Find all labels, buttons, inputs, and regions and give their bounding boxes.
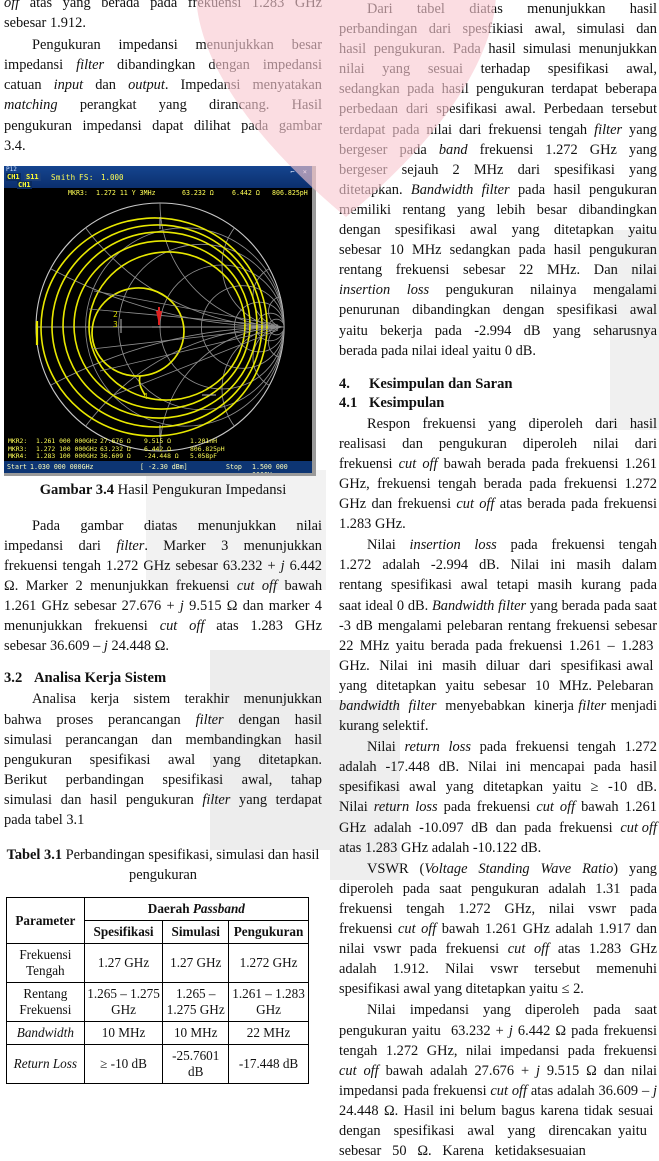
marker-resistance: 36.609 Ω <box>100 452 131 461</box>
heading-4-number: 4. <box>339 375 350 392</box>
heading-4-title: Kesimpulan dan Saran <box>369 375 513 392</box>
row-parameter-name: Rentang Frekuensi <box>6 982 85 1023</box>
cell-pengukuran: 22 MHz <box>228 1021 309 1046</box>
table-header-parameter: Parameter <box>6 897 85 945</box>
vna-channel-label[interactable]: CH1 <box>6 172 21 181</box>
paragraph-vswr: VSWR (Voltage Standing Wave Ratio) yang … <box>339 860 657 998</box>
vna-format-label[interactable]: Smith <box>51 173 76 182</box>
start-value[interactable]: 1.030 000 000GHz <box>30 463 94 471</box>
heading-4: 4. Kesimpulan dan Saran <box>339 375 657 394</box>
power-level: [ -2.30 dBm] <box>140 462 188 471</box>
figure-smith-chart: P12 CH1 S11 Smith FS: 1.000 CH1 ⌐ × MKR3… <box>4 165 322 500</box>
vna-titlebar: P12 CH1 S11 Smith FS: 1.000 CH1 ⌐ × <box>4 165 312 189</box>
paragraph-analisa: Analisa kerja sistem terakhir menunjukka… <box>4 691 322 828</box>
table-caption-text: Perbandingan spesifikasi, simulasi dan h… <box>62 847 320 883</box>
vna-screen: P12 CH1 S11 Smith FS: 1.000 CH1 ⌐ × MKR3… <box>4 165 316 476</box>
paragraph-return-loss: Nilai return loss pada frekuensi tengah … <box>339 739 657 856</box>
table-header-group: Daerah Passband <box>83 897 310 922</box>
marker-row: MKR4: 1.283 100 000GHz 36.609 Ω -24.448 … <box>4 453 312 461</box>
right-column: Dari tabel diatas menunjukkan hasil perb… <box>339 0 658 1159</box>
table-caption: Tabel 3.1 Perbandingan spesifikasi, simu… <box>4 846 322 885</box>
figure-caption: Gambar 3.4 Hasil Pengukuran Impedansi <box>4 481 322 500</box>
table-row: Bandwidth 10 MHz 10 MHz 22 MHz <box>6 1021 309 1046</box>
figure-caption-number: Gambar 3.4 <box>39 481 115 498</box>
cell-simulasi: -25.7601 dB <box>162 1044 230 1085</box>
vna-readout-reactance: 6.442 Ω <box>232 188 260 197</box>
paragraph-nilai-impedansi: Nilai impedansi yang diperoleh pada saat… <box>339 1002 657 1160</box>
table-header-pengukuran: Pengukuran <box>228 920 309 945</box>
group-header-italic: Passband <box>192 901 245 917</box>
document-page: off atas yang berada pada frekuensi 1.28… <box>0 0 659 1159</box>
row-parameter-name: Return Loss <box>6 1044 85 1085</box>
table-row: Frekuensi Tengah 1.27 GHz 1.27 GHz 1.272… <box>6 943 309 984</box>
paragraph-dari-tabel: Dari tabel diatas menunjukkan hasil perb… <box>339 1 658 359</box>
paragraph-top-cut: off atas yang berada pada frekuensi 1.28… <box>4 0 322 32</box>
group-header-plain: Daerah <box>147 901 193 917</box>
left-column: off atas yang berada pada frekuensi 1.28… <box>4 0 323 1085</box>
table-header-spesifikasi: Spesifikasi <box>83 920 164 945</box>
figure-caption-text: Hasil Pengukuran Impedansi <box>114 481 287 498</box>
heading-4-1-number: 4.1 <box>339 394 358 411</box>
cell-spesifikasi: ≥ -10 dB <box>83 1044 164 1085</box>
heading-4-1: 4.1 Kesimpulan <box>339 394 657 413</box>
smith-chart-plot: 2 3 4 <box>4 198 312 457</box>
paragraph-marker-values: Pada gambar diatas menunjukkan nilai imp… <box>4 517 323 655</box>
stop-label: Stop <box>226 462 242 471</box>
vna-marker-table: MKR2: 1.261 000 000GHz 27.676 Ω 9.515 Ω … <box>4 437 312 461</box>
vna-channel-label-2[interactable]: CH1 <box>17 180 32 189</box>
vna-readout-inductance: 806.825pH <box>272 188 308 197</box>
table-row: Return Loss ≥ -10 dB -25.7601 dB -17.448… <box>6 1044 309 1085</box>
table-caption-number: Tabel 3.1 <box>6 847 63 864</box>
marker-4-label: 4 <box>143 392 148 401</box>
cell-pengukuran: 1.272 GHz <box>228 943 309 984</box>
cell-simulasi: 1.265 – 1.275 GHz <box>162 982 230 1023</box>
cell-simulasi: 10 MHz <box>162 1021 230 1046</box>
paragraph-insertion-loss: Nilai insertion loss pada frekuensi teng… <box>339 537 657 735</box>
heading-3-2-number: 3.2 <box>4 670 23 687</box>
stop-value[interactable]: 1.500 000 000GHz <box>252 463 312 473</box>
cell-spesifikasi: 1.265 – 1.275 GHz <box>83 982 164 1023</box>
marker-3-label: 3 <box>113 320 118 329</box>
marker-capacitance: 5.058pF <box>190 452 217 461</box>
vna-readout-frequency: 1.272 11 Y 3MHz <box>96 188 156 197</box>
vna-parameter-label[interactable]: S11 <box>24 172 41 181</box>
table-header-row-1: Parameter Daerah Passband <box>6 897 310 945</box>
marker-reactance: -24.448 Ω <box>144 452 179 461</box>
vna-marker-readout: MKR3: 1.272 11 Y 3MHz 63.232 Ω 6.442 Ω 8… <box>4 189 312 199</box>
vna-fullscale-value[interactable]: 1.000 <box>101 173 124 182</box>
row-parameter-name: Bandwidth <box>6 1021 85 1046</box>
paragraph-respon-frekuensi: Respon frekuensi yang diperoleh dari has… <box>339 415 657 533</box>
cell-spesifikasi: 10 MHz <box>83 1021 164 1046</box>
vna-readout-resistance: 63.232 Ω <box>182 188 214 197</box>
table-row: Rentang Frekuensi 1.265 – 1.275 GHz 1.26… <box>6 982 309 1023</box>
heading-3-2-title: Analisa Kerja Sistem <box>34 670 167 687</box>
marker-id: MKR4: <box>8 452 28 461</box>
row-parameter-name: Frekuensi Tengah <box>6 943 85 984</box>
vna-readout-label: MKR3: <box>68 188 88 197</box>
start-label: Start <box>7 462 27 471</box>
vna-status-bar: Start 1.030 000 000GHz [ -2.30 dBm] Stop… <box>4 460 312 473</box>
heading-3-2: 3.2 Analisa Kerja Sistem <box>4 669 322 688</box>
cell-simulasi: 1.27 GHz <box>162 943 230 984</box>
marker-2-label: 2 <box>113 310 118 319</box>
vna-window-controls[interactable]: ⌐ × <box>290 168 309 176</box>
comparison-table: Parameter Daerah Passband Spesifikasi Si… <box>6 897 310 1085</box>
cell-spesifikasi: 1.27 GHz <box>83 943 164 984</box>
vna-fullscale-label: FS: <box>79 172 94 182</box>
marker-freq: 1.283 100 000GHz <box>36 452 98 461</box>
heading-4-1-title: Kesimpulan <box>369 394 445 411</box>
cell-pengukuran: 1.261 – 1.283 GHz <box>228 982 309 1023</box>
vna-titlebar-left-small: P12 <box>6 165 17 173</box>
cell-pengukuran: -17.448 dB <box>228 1044 309 1085</box>
table-header-simulasi: Simulasi <box>162 920 230 945</box>
paragraph-pengukuran-impedansi: Pengukuran impedansi menunjukkan besar i… <box>4 37 322 154</box>
